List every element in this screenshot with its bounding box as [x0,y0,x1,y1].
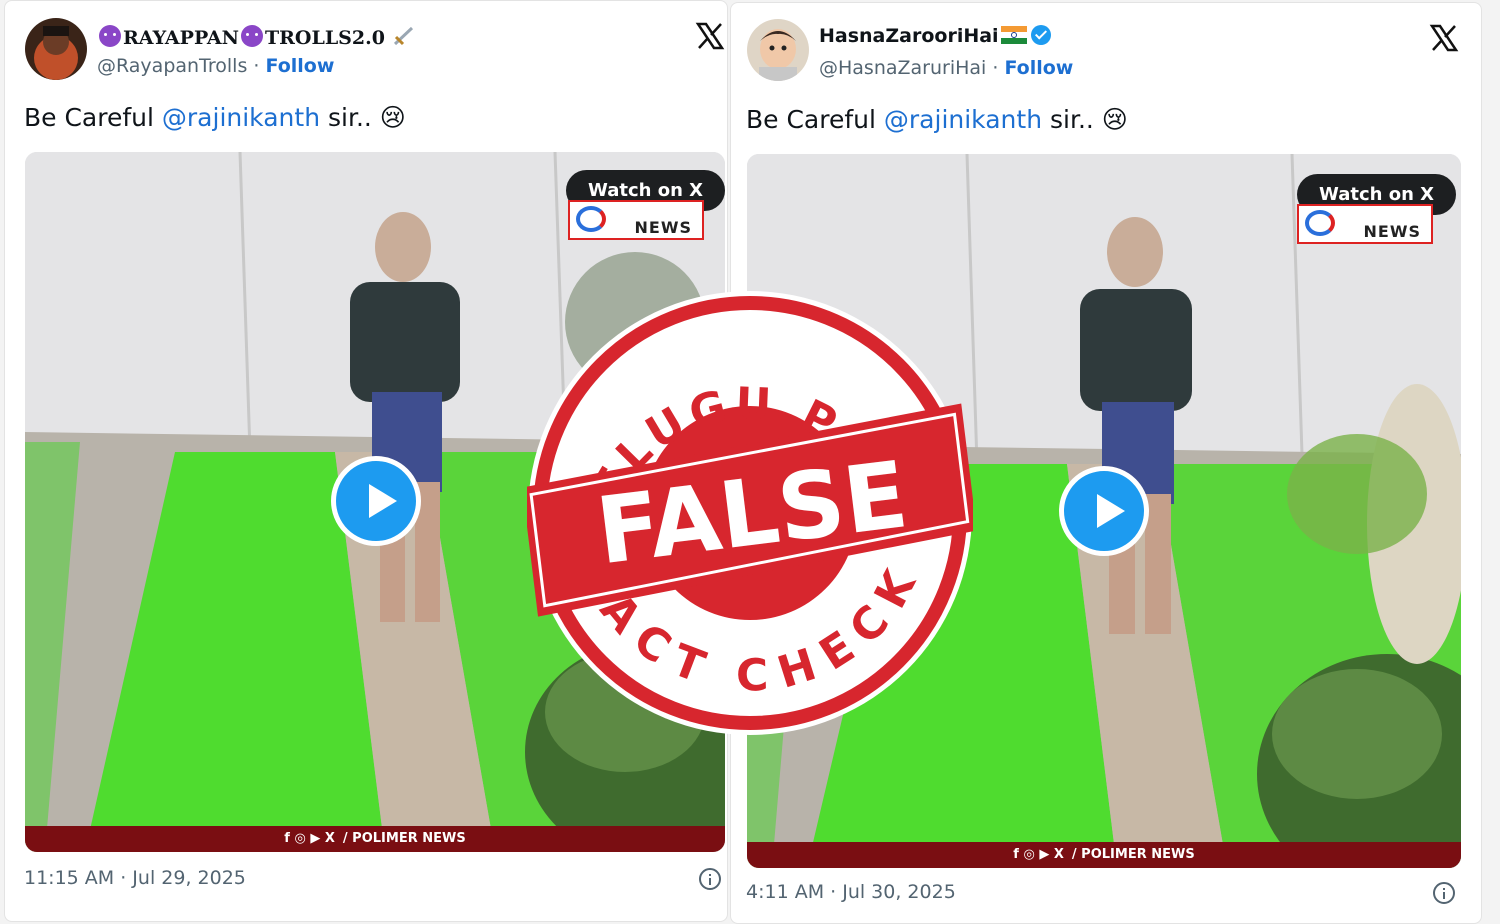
news-logo-swirl-icon [1305,210,1335,236]
news-logo-text: NEWS [634,218,692,237]
footer-text: / POLIMER NEWS [342,831,466,846]
x-logo-icon[interactable] [695,21,725,51]
dagger-emoji-icon [393,26,413,46]
separator: · [247,55,266,77]
tweet-text: Be Careful @rajinikanth sir.. 😢 [746,105,1128,134]
play-button[interactable] [331,456,421,546]
mention-link[interactable]: @rajinikanth [162,103,320,132]
devil-emoji-icon [240,25,263,47]
crying-emoji-icon: 😢 [379,103,406,132]
display-name[interactable]: RAYAPPAN TROLLS2.0 [97,25,416,49]
play-button[interactable] [1059,466,1149,556]
avatar[interactable] [747,19,809,81]
follow-button[interactable]: Follow [1004,57,1073,79]
crying-emoji-icon: 😢 [1101,105,1128,134]
news-logo-text: NEWS [1363,222,1421,241]
handle[interactable]: @HasnaZaruriHai [819,57,986,79]
tweet-text-part: Be Careful [746,105,884,134]
news-logo-swirl-icon [576,206,606,232]
x-logo-icon[interactable] [1429,23,1459,53]
info-icon[interactable] [1433,882,1455,904]
display-name-text: HasnaZarooriHai [819,25,999,47]
fact-check-stamp-graphic: TELUGU POST FACT CHECK FALSE [522,291,977,735]
mention-link[interactable]: @rajinikanth [884,105,1042,134]
tweet-text-part: Be Careful [24,103,162,132]
fact-check-stamp: TELUGU POST FACT CHECK FALSE [522,290,977,736]
india-flag-icon [1000,26,1027,44]
avatar[interactable] [25,18,87,80]
video-footer-bar: f ◎ ▶ X / POLIMER NEWS [25,826,725,852]
handle-line: @HasnaZaruriHai · Follow [819,57,1073,79]
social-icons: f ◎ ▶ X [1013,847,1064,862]
handle-line: @RayapanTrolls · Follow [97,55,334,77]
follow-button[interactable]: Follow [265,55,334,77]
info-icon[interactable] [699,868,721,890]
tweet-text-part: sir.. [1042,105,1102,134]
tweet-text-part: sir.. [320,103,380,132]
verified-badge-icon [1030,25,1051,45]
social-icons: f ◎ ▶ X [284,831,335,846]
video-footer-bar: f ◎ ▶ X / POLIMER NEWS [747,842,1461,868]
timestamp[interactable]: 11:15 AM · Jul 29, 2025 [24,867,246,889]
handle[interactable]: @RayapanTrolls [97,55,247,77]
separator: · [986,57,1005,79]
tweet-text: Be Careful @rajinikanth sir.. 😢 [24,103,406,132]
polimer-news-logo: NEWS [1297,204,1433,244]
footer-text: / POLIMER NEWS [1071,847,1195,862]
display-name[interactable]: HasnaZarooriHai [819,25,1051,47]
polimer-news-logo: NEWS [568,200,704,240]
devil-emoji-icon [99,25,121,47]
